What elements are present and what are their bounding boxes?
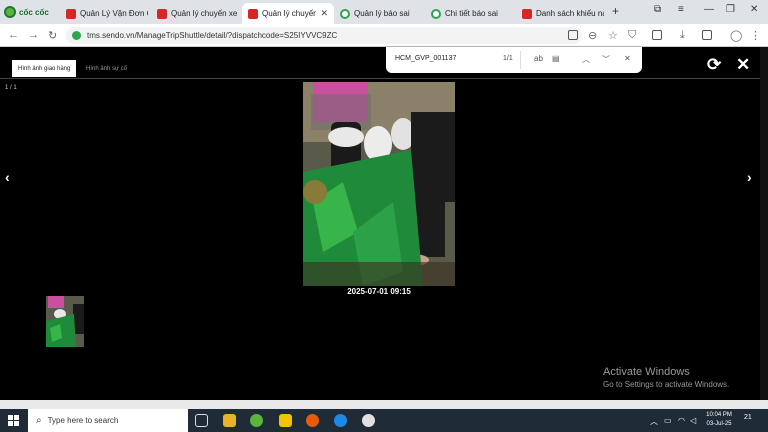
photo-thumbnail[interactable]: [46, 296, 84, 347]
tab-quan-ly-van-don[interactable]: Quản Lý Vận Đơn Or: [60, 3, 154, 24]
tab-delivery-images[interactable]: Hình ảnh giao hàng: [12, 60, 77, 77]
coccoc-logo-icon: [4, 6, 16, 18]
image-viewer: Hình ảnh giao hàng Hình ảnh sự cố 1 / 1 …: [0, 47, 768, 400]
task-view-icon[interactable]: [195, 414, 208, 427]
activate-windows-watermark: Activate Windows Go to Settings to activ…: [603, 366, 729, 389]
file-explorer-icon[interactable]: [223, 414, 236, 427]
thumbnail-illustration: [46, 296, 84, 347]
notification-count: 21: [744, 414, 752, 421]
reload-icon[interactable]: ↻: [48, 29, 57, 42]
menu-icon[interactable]: ≡: [678, 4, 684, 15]
edge-icon[interactable]: [334, 414, 347, 427]
app-icon[interactable]: [306, 414, 319, 427]
tab-quan-ly-bao-sai[interactable]: Quản lý báo sai: [334, 3, 416, 24]
find-divider: [520, 51, 521, 69]
taskbar-search-input[interactable]: ⌕ Type here to search: [28, 409, 188, 432]
sidebar-icon[interactable]: [702, 30, 712, 40]
prev-image-chevron-left-icon[interactable]: ‹: [5, 169, 10, 185]
browser-tab-strip: cốc cốc Quản Lý Vận Đơn Or Quản lý chuyế…: [0, 0, 768, 24]
tray-chevron-up-icon[interactable]: ︿: [650, 416, 658, 427]
highlight-all-icon[interactable]: ▤: [552, 54, 560, 63]
volume-icon[interactable]: ◁: [690, 416, 696, 425]
watermark-subtitle: Go to Settings to activate Windows.: [603, 380, 730, 389]
find-in-page-bar: HCM_GVP_001137 1/1 ab ▤ ︿ ﹀ ✕: [386, 47, 642, 73]
next-image-chevron-right-icon[interactable]: ›: [747, 169, 752, 185]
profile-icon[interactable]: ◯: [730, 29, 742, 42]
network-icon[interactable]: ◠: [678, 416, 685, 425]
tab-danh-sach-khieu-nai[interactable]: Danh sách khiếu nại: [516, 3, 610, 24]
tab-incident-images[interactable]: Hình ảnh sự cố: [80, 60, 133, 77]
address-bar-row: ← → ↻ tms.sendo.vn/ManageTripShuttle/det…: [0, 24, 768, 47]
image-counter: 1 / 1: [5, 85, 17, 91]
browser-brand-label: cốc cốc: [19, 7, 49, 17]
delivery-photo[interactable]: [303, 82, 455, 286]
windows-taskbar: ⌕ Type here to search ︿ ▭ ◠ ◁ 10:04 PM 0…: [0, 409, 768, 432]
tab-label: Quản lý báo sai: [354, 9, 410, 18]
rotate-icon[interactable]: ⟳: [707, 55, 721, 75]
tab-label: Quản Lý Vận Đơn Or: [80, 9, 148, 18]
back-icon[interactable]: ←: [8, 29, 19, 41]
url-text: tms.sendo.vn/ManageTripShuttle/detail/?d…: [87, 31, 338, 40]
tab-label: Quản lý chuyến: [262, 9, 317, 18]
page-translate-icon[interactable]: [568, 30, 578, 40]
match-case-icon[interactable]: ab: [534, 54, 543, 63]
favicon-icon: [431, 8, 441, 19]
photo-timestamp: 2025-07-01 09:15: [347, 287, 411, 296]
favicon-icon: [522, 8, 532, 19]
new-tab-plus-icon[interactable]: +: [612, 4, 619, 18]
more-menu-icon[interactable]: ⋮: [750, 29, 761, 42]
chat-icon[interactable]: [362, 414, 375, 427]
favicon-icon: [248, 8, 258, 19]
secure-lock-icon: [72, 31, 81, 40]
tab-label: Quản lý chuyến xe: [171, 9, 238, 18]
clock-date: 03-Jul-25: [706, 421, 732, 427]
page-scrollbar[interactable]: [760, 47, 768, 400]
tab-label: Danh sách khiếu nại: [536, 9, 604, 18]
close-tab-icon[interactable]: ✕: [320, 8, 328, 19]
screenshot-icon[interactable]: ⧉: [654, 4, 661, 15]
tab-label: Chi tiết báo sai: [445, 9, 498, 18]
shield-icon[interactable]: ⛉: [628, 29, 636, 42]
tab-quan-ly-chuyen-xe[interactable]: Quản lý chuyến xe: [151, 3, 243, 24]
notification-icon[interactable]: 21: [744, 414, 758, 427]
favicon-icon: [340, 8, 350, 19]
find-previous-chevron-up-icon[interactable]: ︿: [582, 54, 590, 65]
clock-time: 10:04 PM: [706, 412, 732, 418]
search-icon: ⌕: [36, 415, 42, 426]
find-input[interactable]: HCM_GVP_001137: [395, 55, 456, 62]
download-icon[interactable]: ⤓: [680, 29, 685, 42]
horizontal-scrollbar[interactable]: [0, 400, 768, 409]
favicon-icon: [66, 8, 76, 19]
sticky-notes-icon[interactable]: [279, 414, 292, 427]
search-placeholder: Type here to search: [47, 416, 119, 425]
maximize-icon[interactable]: ❐: [726, 4, 735, 15]
coccoc-taskbar-icon[interactable]: [250, 414, 263, 427]
coccoc-logo[interactable]: cốc cốc: [4, 4, 49, 20]
forward-icon[interactable]: →: [28, 29, 39, 41]
find-next-chevron-down-icon[interactable]: ﹀: [602, 54, 610, 65]
taskbar-clock[interactable]: 10:04 PM 03-Jul-25: [702, 411, 736, 429]
find-close-icon[interactable]: ✕: [624, 54, 631, 63]
close-viewer-icon[interactable]: ✕: [736, 55, 750, 75]
windows-start-icon[interactable]: [8, 415, 19, 426]
tab-quan-ly-chuyen-active[interactable]: Quản lý chuyến ✕: [242, 3, 334, 24]
url-input[interactable]: tms.sendo.vn/ManageTripShuttle/detail/?d…: [66, 27, 582, 44]
bookmark-star-icon[interactable]: ☆: [608, 29, 618, 42]
battery-icon[interactable]: ▭: [664, 416, 672, 425]
delivery-photo-illustration: [303, 82, 455, 286]
minimize-icon[interactable]: —: [704, 4, 714, 15]
tab-chi-tiet-bao-sai[interactable]: Chi tiết báo sai: [425, 3, 504, 24]
watermark-title: Activate Windows: [603, 366, 690, 378]
favicon-icon: [157, 8, 167, 19]
find-match-count: 1/1: [503, 55, 513, 62]
tab-divider: [0, 78, 760, 79]
zoom-icon[interactable]: ⊖: [588, 29, 597, 42]
window-close-icon[interactable]: ✕: [750, 4, 758, 15]
extensions-icon[interactable]: [652, 30, 662, 40]
